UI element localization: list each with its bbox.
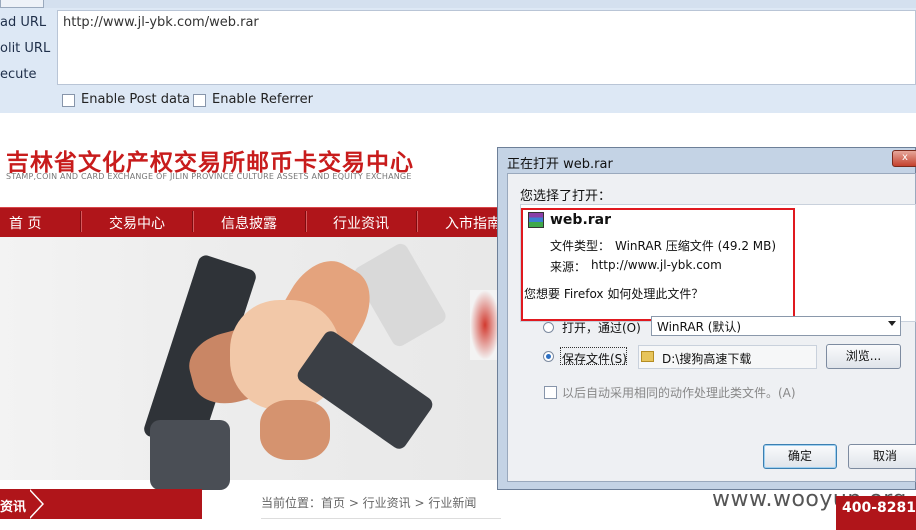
- close-icon[interactable]: x: [892, 150, 916, 167]
- section-arrow-icon: [28, 489, 42, 519]
- execute-button[interactable]: ecute: [0, 67, 36, 82]
- folder-icon: [641, 351, 654, 362]
- nav-separator: [192, 211, 194, 232]
- nav-separator: [80, 211, 82, 232]
- highlight-box: [521, 208, 795, 321]
- toolbar-top-button[interactable]: [0, 0, 44, 8]
- cancel-button[interactable]: 取消: [848, 444, 916, 469]
- remember-checkbox[interactable]: [544, 386, 557, 399]
- remember-label[interactable]: 以后自动采用相同的动作处理此类文件。(A): [562, 384, 796, 401]
- browse-button[interactable]: 浏览...: [826, 344, 901, 369]
- split-url-button[interactable]: olit URL: [0, 41, 50, 56]
- open-with-label[interactable]: 打开，通过(O): [562, 319, 641, 336]
- nav-item-guide[interactable]: 入市指南: [445, 213, 501, 233]
- save-file-label[interactable]: 保存文件(S): [562, 350, 627, 367]
- app-select[interactable]: WinRAR (默认): [651, 316, 901, 336]
- referrer-checkbox[interactable]: [193, 94, 206, 107]
- chevron-down-icon[interactable]: [888, 321, 896, 326]
- banner-hand: [260, 400, 330, 460]
- breadcrumb-divider: [261, 518, 501, 519]
- toolbar-top-strip: [0, 0, 916, 8]
- nav-separator: [416, 211, 418, 232]
- url-input[interactable]: http://www.jl-ybk.com/web.rar: [57, 10, 916, 85]
- nav-item-news[interactable]: 行业资讯: [333, 213, 389, 233]
- radio-selected-dot: [546, 354, 551, 359]
- referrer-label: Enable Referrer: [212, 92, 313, 107]
- save-path-text: D:\搜狗高速下载: [662, 352, 752, 366]
- nav-item-trading[interactable]: 交易中心: [109, 213, 165, 233]
- phone-badge: 400-8281-: [836, 496, 916, 530]
- nav-separator: [305, 211, 307, 232]
- dialog-chosen-label: 您选择了打开：: [520, 189, 612, 204]
- post-data-checkbox[interactable]: [62, 94, 75, 107]
- open-with-radio[interactable]: [543, 322, 554, 333]
- ok-button[interactable]: 确定: [763, 444, 837, 469]
- site-subtitle: STAMP,COIN AND CARD EXCHANGE OF JILIN PR…: [6, 172, 412, 181]
- banner-sleeve: [150, 420, 230, 490]
- breadcrumb: 当前位置：首页 > 行业资讯 > 行业新闻: [261, 496, 477, 510]
- section-tab-label: 资讯: [0, 500, 27, 515]
- post-data-label: Enable Post data: [81, 92, 191, 107]
- dialog-title: 正在打开 web.rar: [507, 157, 613, 172]
- banner-red-splash: [470, 290, 500, 360]
- nav-item-disclosure[interactable]: 信息披露: [221, 213, 277, 233]
- load-url-button[interactable]: ad URL: [0, 15, 46, 30]
- nav-item-home[interactable]: 首 页: [9, 213, 41, 233]
